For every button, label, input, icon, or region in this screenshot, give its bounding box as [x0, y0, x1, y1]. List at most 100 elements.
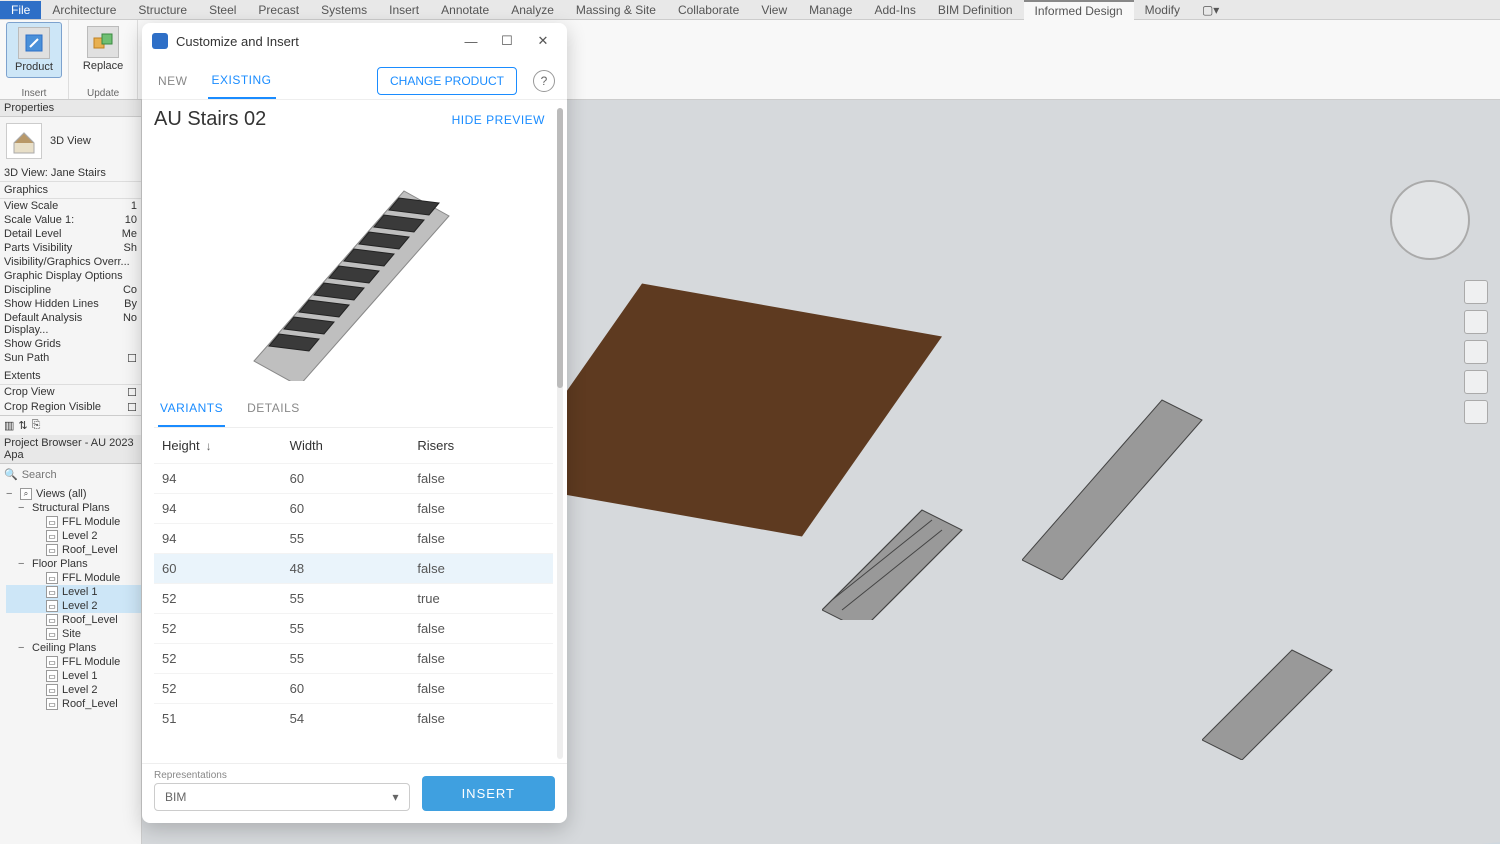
tool-icon[interactable]: ⎘	[32, 419, 41, 432]
variant-row[interactable]: 9460false	[154, 493, 553, 523]
ribbon-tab-architecture[interactable]: Architecture	[41, 1, 127, 19]
representations-value: BIM	[165, 790, 186, 804]
product-button[interactable]: Product	[6, 22, 62, 78]
change-product-button[interactable]: CHANGE PRODUCT	[377, 67, 517, 95]
tree-item[interactable]: ▭Roof_Level	[6, 697, 141, 711]
dialog-scrollbar[interactable]	[553, 100, 567, 763]
tree-item[interactable]: ▭Roof_Level	[6, 613, 141, 627]
ribbon-tab-bim-definition[interactable]: BIM Definition	[927, 1, 1024, 19]
ribbon-tab-steel[interactable]: Steel	[198, 1, 247, 19]
ribbon-tab-view[interactable]: View	[750, 1, 798, 19]
property-row[interactable]: Graphic Display Options	[0, 269, 141, 283]
property-row[interactable]: Detail LevelMe	[0, 227, 141, 241]
col-risers[interactable]: Risers	[417, 438, 545, 453]
tree-item[interactable]: −Floor Plans	[6, 557, 141, 571]
property-row[interactable]: Crop Region Visible☐	[0, 400, 141, 415]
replace-button[interactable]: Replace	[75, 22, 131, 76]
nav-tool[interactable]	[1464, 340, 1488, 364]
ribbon-tab-manage[interactable]: Manage	[798, 1, 863, 19]
close-icon[interactable]: ✕	[529, 31, 557, 51]
help-icon[interactable]: ?	[533, 70, 555, 92]
variant-row[interactable]: 9455false	[154, 523, 553, 553]
property-row[interactable]: Sun Path☐	[0, 351, 141, 366]
tree-item[interactable]: ▭Level 1	[6, 669, 141, 683]
col-height[interactable]: Height↓	[162, 438, 290, 453]
product-label: Product	[15, 61, 53, 73]
property-row[interactable]: View Scale1	[0, 199, 141, 213]
variant-row[interactable]: 5255false	[154, 613, 553, 643]
representations-select[interactable]: BIM ▾	[154, 783, 410, 811]
ribbon-tab-collaborate[interactable]: Collaborate	[667, 1, 750, 19]
product-name: AU Stairs 02	[154, 108, 266, 131]
scroll-track[interactable]	[557, 108, 563, 759]
insert-button[interactable]: INSERT	[422, 776, 555, 811]
ribbon-tab-insert[interactable]: Insert	[378, 1, 430, 19]
tree-item[interactable]: −Ceiling Plans	[6, 641, 141, 655]
tree-item[interactable]: ▭Level 1	[6, 585, 141, 599]
subtab-details[interactable]: DETAILS	[245, 391, 302, 427]
tab-new[interactable]: NEW	[154, 64, 192, 98]
ribbon-tab-file[interactable]: File	[0, 1, 41, 19]
tree-item[interactable]: ▭FFL Module	[6, 571, 141, 585]
nav-tool[interactable]	[1464, 280, 1488, 304]
property-row[interactable]: Default Analysis Display...No	[0, 311, 141, 337]
nav-tool[interactable]	[1464, 310, 1488, 334]
ribbon-tab-precast[interactable]: Precast	[247, 1, 310, 19]
tree-item[interactable]: −⌕Views (all)	[6, 487, 141, 501]
variant-row[interactable]: 5260false	[154, 673, 553, 703]
tab-existing[interactable]: EXISTING	[208, 63, 276, 99]
ribbon-tab-informed-design[interactable]: Informed Design	[1024, 0, 1134, 20]
subtabs: VARIANTS DETAILS	[154, 391, 553, 428]
property-row[interactable]: Crop View☐	[0, 385, 141, 400]
ribbon-tab-annotate[interactable]: Annotate	[430, 1, 500, 19]
model-stair	[1202, 620, 1352, 760]
tree-item[interactable]: ▭Level 2	[6, 599, 141, 613]
ribbon-tab-massing-site[interactable]: Massing & Site	[565, 1, 667, 19]
scroll-thumb[interactable]	[557, 108, 563, 388]
variant-row[interactable]: 5154false	[154, 703, 553, 733]
variant-row[interactable]: 5255true	[154, 583, 553, 613]
tree-item[interactable]: ▭FFL Module	[6, 655, 141, 669]
nav-tool[interactable]	[1464, 400, 1488, 424]
ribbon-tab-analyze[interactable]: Analyze	[500, 1, 565, 19]
tree-item[interactable]: ▭Level 2	[6, 529, 141, 543]
ribbon-tab-add-ins[interactable]: Add-Ins	[863, 1, 926, 19]
tree-item[interactable]: ▭Roof_Level	[6, 543, 141, 557]
variant-row[interactable]: 5255false	[154, 643, 553, 673]
view-type-block[interactable]: 3D View	[0, 117, 141, 165]
subtab-variants[interactable]: VARIANTS	[158, 391, 225, 427]
ribbon-tab-systems[interactable]: Systems	[310, 1, 378, 19]
nav-tool[interactable]	[1464, 370, 1488, 394]
variant-table-head[interactable]: Height↓ Width Risers	[154, 428, 553, 463]
view-cube[interactable]	[1390, 180, 1470, 260]
dialog-titlebar[interactable]: Customize and Insert — ☐ ✕	[142, 23, 567, 59]
tree-item[interactable]: ▭Site	[6, 627, 141, 641]
variant-row[interactable]: 6048false	[154, 553, 553, 583]
preview-area[interactable]	[154, 131, 553, 391]
sort-icon[interactable]: ⇅	[18, 419, 27, 432]
tree-item[interactable]: ▭FFL Module	[6, 515, 141, 529]
property-row[interactable]: Scale Value 1:10	[0, 213, 141, 227]
property-row[interactable]: Show Grids	[0, 337, 141, 351]
browser-search[interactable]: 🔍	[0, 464, 141, 485]
property-row[interactable]: Visibility/Graphics Overr...	[0, 255, 141, 269]
property-row[interactable]: Parts VisibilitySh	[0, 241, 141, 255]
col-width[interactable]: Width	[290, 438, 418, 453]
browser-tools: ▥ ⇅ ⎘	[0, 415, 141, 435]
dialog-footer: Representations BIM ▾ INSERT	[142, 763, 567, 823]
model-stair	[1022, 360, 1222, 580]
filter-icon[interactable]: ▥	[4, 419, 14, 432]
maximize-icon[interactable]: ☐	[493, 31, 521, 51]
tree-item[interactable]: −Structural Plans	[6, 501, 141, 515]
ribbon-tab--[interactable]: ▢▾	[1191, 1, 1230, 19]
main-area: Properties 3D View 3D View: Jane Stairs …	[0, 100, 1500, 844]
ribbon-tab-structure[interactable]: Structure	[127, 1, 198, 19]
minimize-icon[interactable]: —	[457, 31, 485, 51]
hide-preview-link[interactable]: HIDE PREVIEW	[452, 113, 545, 127]
variant-row[interactable]: 9460false	[154, 463, 553, 493]
tree-item[interactable]: ▭Level 2	[6, 683, 141, 697]
ribbon-tab-modify[interactable]: Modify	[1134, 1, 1191, 19]
search-input[interactable]	[22, 469, 142, 481]
property-row[interactable]: Show Hidden LinesBy	[0, 297, 141, 311]
property-row[interactable]: DisciplineCo	[0, 283, 141, 297]
